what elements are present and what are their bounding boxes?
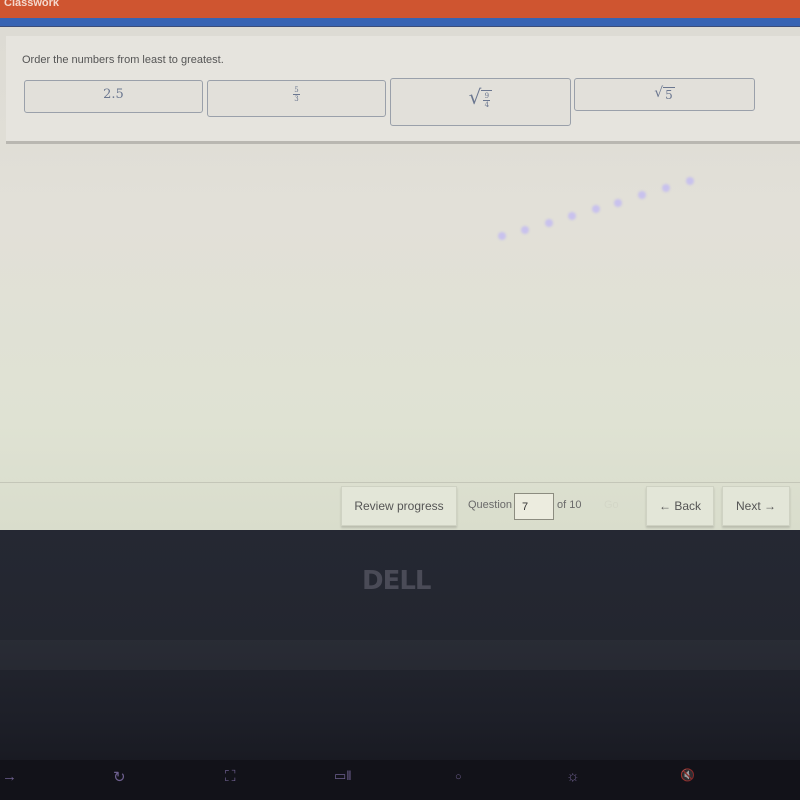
numerator: 5	[294, 86, 299, 94]
square-root: √ 5	[654, 86, 675, 102]
question-label: Question	[468, 499, 513, 511]
laptop-hinge	[0, 640, 800, 670]
glare-dot	[545, 219, 553, 227]
forward-icon[interactable]: →	[2, 768, 17, 785]
glare-dot	[662, 184, 670, 192]
question-number-input[interactable]	[514, 493, 554, 520]
screen: Classwork Order the numbers from least t…	[0, 0, 800, 530]
glare-dot	[614, 199, 622, 207]
fraction: 5 3	[293, 86, 300, 103]
glare-dot	[521, 226, 529, 234]
radicand: 5	[663, 87, 675, 102]
answer-tile-5-over-3[interactable]: 5 3	[207, 80, 386, 117]
go-button[interactable]: Go	[604, 499, 619, 511]
question-total: of 10	[557, 499, 582, 511]
answer-tile-sqrt-9-over-4[interactable]: √ 9 4	[390, 78, 571, 126]
glare-dot	[592, 205, 600, 213]
radical-sign: √	[468, 85, 482, 109]
brightness-down-icon[interactable]: ○	[455, 771, 462, 783]
nav-divider	[0, 482, 800, 483]
accent-bar	[0, 18, 800, 27]
radical-sign: √	[654, 85, 664, 101]
numerator: 9	[484, 92, 490, 100]
glare-dot	[686, 177, 694, 185]
denominator: 4	[484, 101, 490, 109]
overview-icon[interactable]: ▭‖	[334, 768, 352, 784]
app-header: Classwork	[0, 0, 800, 18]
radicand-fraction: 9 4	[481, 90, 493, 109]
fullscreen-icon[interactable]: ⛶	[225, 768, 236, 785]
dell-logo: DELL	[362, 566, 431, 596]
brightness-up-icon[interactable]: ☼	[566, 768, 580, 785]
app-title: Classwork	[4, 0, 60, 9]
next-button[interactable]: Next →	[722, 486, 790, 526]
glare-dot	[568, 212, 576, 220]
tile-value: 2.5	[103, 87, 124, 102]
back-button[interactable]: ← Back	[646, 486, 714, 526]
mute-icon[interactable]: 🔇	[680, 768, 695, 782]
denominator: 3	[294, 95, 299, 103]
glare-dot	[638, 191, 646, 199]
glare-dot	[498, 232, 506, 240]
refresh-icon[interactable]: ↻	[113, 768, 126, 786]
answer-tile-2-5[interactable]: 2.5	[24, 80, 203, 113]
square-root: √ 9 4	[469, 87, 493, 109]
answer-tile-sqrt-5[interactable]: √ 5	[574, 78, 755, 111]
question-prompt: Order the numbers from least to greatest…	[22, 54, 224, 66]
review-progress-button[interactable]: Review progress	[341, 486, 457, 526]
